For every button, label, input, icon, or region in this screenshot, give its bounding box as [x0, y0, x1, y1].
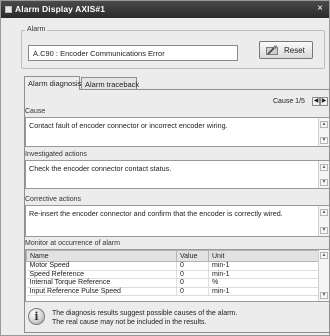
scroll-down-icon[interactable]: ▼ [320, 227, 328, 234]
corrective-actions-content: Re-insert the encoder connector and conf… [29, 209, 283, 218]
title-bar[interactable]: Alarm Display AXIS#1 × [1, 1, 329, 18]
alarm-group-label: Alarm [25, 26, 48, 33]
corrective-actions-text: Re-insert the encoder connector and conf… [25, 205, 330, 237]
column-header-name[interactable]: Name [26, 250, 177, 262]
investigated-actions-content: Check the encoder connector contact stat… [29, 164, 172, 173]
cell-value: 0 [176, 287, 209, 296]
cause-counter: Cause 1/5 [273, 98, 305, 105]
scroll-down-icon[interactable]: ▼ [320, 292, 328, 299]
table-row[interactable]: Internal Torque Reference 0 % [26, 278, 320, 288]
table-row[interactable]: Input Reference Pulse Speed 0 min-1 [26, 287, 320, 296]
previous-cause-icon[interactable]: ◀ [312, 97, 320, 106]
investigated-scrollbar[interactable]: ▲ ▼ [318, 161, 329, 188]
column-header-unit[interactable]: Unit [208, 250, 320, 262]
current-alarm-field: A.C90 : Encoder Communications Error [28, 45, 238, 61]
scroll-up-icon[interactable]: ▲ [320, 121, 328, 128]
reset-icon [266, 45, 278, 55]
reset-button-label: Reset [284, 46, 305, 55]
cause-text-content: Contact fault of encoder connector or in… [29, 121, 228, 130]
investigated-actions-label: Investigated actions [25, 151, 87, 158]
scroll-up-icon[interactable]: ▲ [320, 252, 328, 259]
close-icon[interactable]: × [314, 3, 326, 15]
scroll-up-icon[interactable]: ▲ [320, 164, 328, 171]
corrective-actions-label: Corrective actions [25, 196, 82, 203]
cell-value: 0 [176, 278, 209, 288]
cell-unit: min-1 [208, 287, 320, 296]
cell-name: Internal Torque Reference [26, 278, 177, 288]
corrective-scrollbar[interactable]: ▲ ▼ [318, 206, 329, 236]
scroll-down-icon[interactable]: ▼ [320, 179, 328, 186]
tab-alarm-diagnosis[interactable]: Alarm diagnosis [24, 76, 81, 90]
cell-name: Speed Reference [26, 270, 177, 279]
cause-text: Contact fault of encoder connector or in… [25, 117, 330, 147]
note-text: The diagnosis results suggest possible c… [52, 309, 237, 327]
note-line-1: The diagnosis results suggest possible c… [52, 310, 238, 317]
table-row[interactable]: Speed Reference 0 min-1 [26, 270, 320, 279]
scroll-down-icon[interactable]: ▼ [320, 137, 328, 144]
scroll-up-icon[interactable]: ▲ [320, 209, 328, 216]
investigated-actions-text: Check the encoder connector contact stat… [25, 160, 330, 189]
cell-unit: min-1 [208, 270, 320, 279]
next-cause-icon[interactable]: ▶ [320, 97, 328, 106]
window-title: Alarm Display AXIS#1 [15, 4, 106, 14]
reset-button[interactable]: Reset [259, 41, 313, 59]
cell-unit: min-1 [208, 261, 320, 271]
monitor-table: Name Value Unit Motor Speed 0 min-1 Spee… [25, 249, 330, 302]
cell-name: Input Reference Pulse Speed [26, 287, 177, 296]
info-icon: i [28, 308, 45, 325]
monitor-label: Monitor at occurrence of alarm [25, 240, 120, 247]
cause-label: Cause [25, 108, 46, 115]
app-icon [5, 6, 12, 13]
cell-unit: % [208, 278, 320, 288]
alarm-display-window: Alarm Display AXIS#1 × Alarm A.C90 : Enc… [0, 0, 330, 336]
note-line-2: The real cause may not be included in th… [52, 319, 207, 326]
cause-scrollbar[interactable]: ▲ ▼ [318, 118, 329, 146]
table-header-row: Name Value Unit [26, 250, 320, 262]
cell-name: Motor Speed [26, 261, 177, 271]
monitor-scrollbar[interactable]: ▲ ▼ [318, 250, 329, 301]
cell-value: 0 [176, 261, 209, 271]
table-row[interactable]: Motor Speed 0 min-1 [26, 261, 320, 271]
diagnosis-note: i The diagnosis results suggest possible… [25, 306, 330, 333]
column-header-value[interactable]: Value [176, 250, 209, 262]
cell-value: 0 [176, 270, 209, 279]
